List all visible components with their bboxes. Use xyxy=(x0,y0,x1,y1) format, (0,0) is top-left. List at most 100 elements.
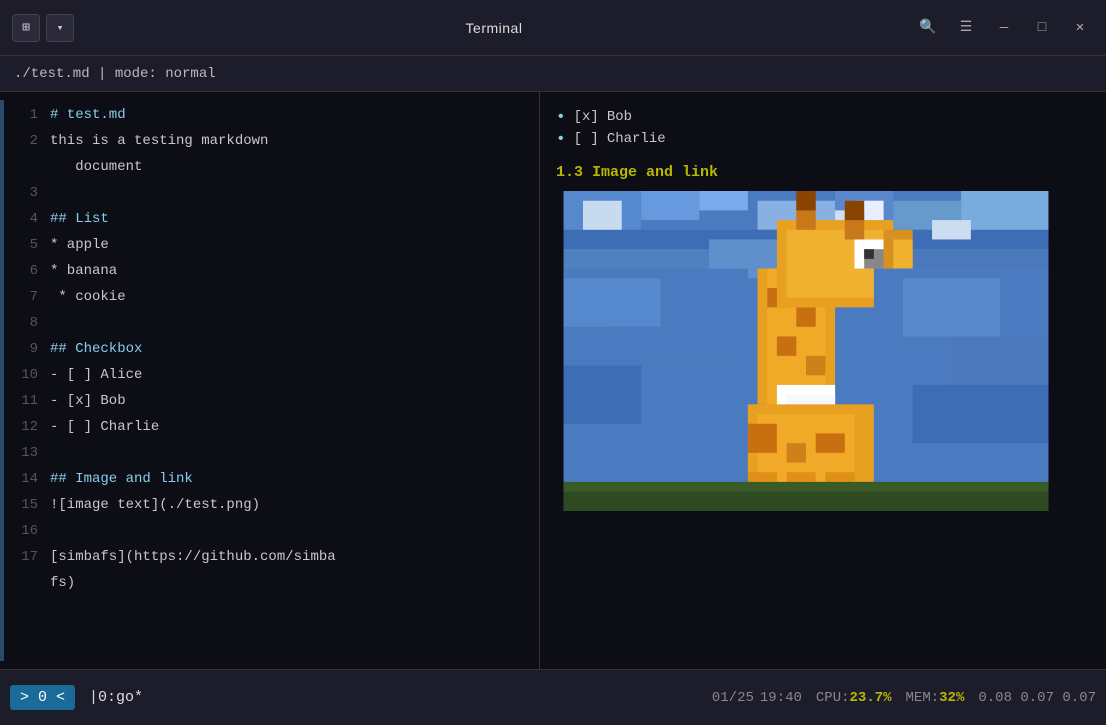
line-number: 13 xyxy=(4,443,50,461)
menu-button[interactable]: ☰ xyxy=(952,14,980,42)
line-number: 1 xyxy=(4,105,50,123)
editor-line-8: 8 xyxy=(4,312,539,338)
line-number: 16 xyxy=(4,521,50,539)
status-date: 01/25 xyxy=(712,690,754,706)
editor-line-7: 7 * cookie xyxy=(4,286,539,312)
line-content xyxy=(50,521,539,523)
line-content: # test.md xyxy=(50,105,539,123)
line-content: fs) xyxy=(50,573,539,591)
line-number: 5 xyxy=(4,235,50,253)
line-number xyxy=(4,157,50,159)
menu-icon: ☰ xyxy=(960,19,973,36)
line-number: 6 xyxy=(4,261,50,279)
checkbox-bob: [x] xyxy=(574,109,599,125)
main-content: 1 # test.md 2 this is a testing markdown… xyxy=(0,92,1106,669)
editor-lines: 1 # test.md 2 this is a testing markdown… xyxy=(4,100,539,661)
load1: 0.08 xyxy=(978,690,1012,706)
line-content: ## Checkbox xyxy=(50,339,539,357)
editor-line-14: 14 ## Image and link xyxy=(4,468,539,494)
titlebar: ⊞ ▾ Terminal 🔍 ☰ — □ ✕ xyxy=(0,0,1106,56)
pin-icon: ⊞ xyxy=(22,20,30,35)
window-title: Terminal xyxy=(466,20,523,36)
cpu-value: 23.7% xyxy=(850,690,892,706)
mem-value: 32% xyxy=(939,690,964,706)
load2: 0.07 xyxy=(1020,690,1054,706)
pin-button[interactable]: ⊞ xyxy=(12,14,40,42)
maximize-icon: □ xyxy=(1038,20,1046,36)
line-content xyxy=(50,313,539,315)
nav-indicator[interactable]: > 0 < xyxy=(10,685,75,710)
editor-line-13: 13 xyxy=(4,442,539,468)
close-icon: ✕ xyxy=(1076,19,1084,36)
line-number: 8 xyxy=(4,313,50,331)
editor-line-3: 3 xyxy=(4,182,539,208)
line-number: 3 xyxy=(4,183,50,201)
status-time: 19:40 xyxy=(760,690,802,706)
modebar: ./test.md | mode: normal xyxy=(0,56,1106,92)
preview-section-heading: 1.3 Image and link xyxy=(556,164,1090,181)
item-label-bob: Bob xyxy=(607,109,632,125)
mem-label: MEM: xyxy=(906,690,940,706)
line-number: 12 xyxy=(4,417,50,435)
load3: 0.07 xyxy=(1062,690,1096,706)
editor-line-5: 5 * apple xyxy=(4,234,539,260)
editor-line-17: 17 [simbafs](https://github.com/simba xyxy=(4,546,539,572)
line-content: * banana xyxy=(50,261,539,279)
minimize-button[interactable]: — xyxy=(990,14,1018,42)
cpu-label: CPU: xyxy=(816,690,850,706)
maximize-button[interactable]: □ xyxy=(1028,14,1056,42)
line-number: 4 xyxy=(4,209,50,227)
close-button[interactable]: ✕ xyxy=(1066,14,1094,42)
line-number xyxy=(4,573,50,575)
line-content: [simbafs](https://github.com/simba xyxy=(50,547,539,565)
line-content: - [ ] Alice xyxy=(50,365,539,383)
line-content: this is a testing markdown xyxy=(50,131,539,149)
line-number: 9 xyxy=(4,339,50,357)
line-number: 17 xyxy=(4,547,50,565)
preview-item-bob: • [x] Bob xyxy=(556,108,1090,126)
editor-line-15: 15 ![image text](./test.png) xyxy=(4,494,539,520)
dropdown-button[interactable]: ▾ xyxy=(46,14,74,42)
line-number: 2 xyxy=(4,131,50,149)
statusbar-right: 01/25 19:40 CPU:23.7% MEM:32% 0.08 0.07 … xyxy=(712,690,1096,706)
editor-line-2: 2 this is a testing markdown xyxy=(4,130,539,156)
search-button[interactable]: 🔍 xyxy=(914,14,942,42)
line-number: 10 xyxy=(4,365,50,383)
line-content xyxy=(50,183,539,185)
mode-text: ./test.md | mode: normal xyxy=(14,66,216,82)
line-content xyxy=(50,443,539,445)
line-number: 11 xyxy=(4,391,50,409)
checkbox-charlie: [ ] xyxy=(574,131,599,147)
line-number: 14 xyxy=(4,469,50,487)
item-label-charlie: Charlie xyxy=(607,131,666,147)
editor-line-4: 4 ## List xyxy=(4,208,539,234)
editor-line-12: 12 - [ ] Charlie xyxy=(4,416,539,442)
statusbar: > 0 < |0:go* 01/25 19:40 CPU:23.7% MEM:3… xyxy=(0,669,1106,725)
line-number: 15 xyxy=(4,495,50,513)
statusbar-left: > 0 < |0:go* xyxy=(10,685,157,710)
editor-line-1: 1 # test.md xyxy=(4,104,539,130)
bullet-icon: • xyxy=(556,130,566,148)
line-content: ## Image and link xyxy=(50,469,539,487)
editor-line-wrap2: fs) xyxy=(4,572,539,598)
bullet-icon: • xyxy=(556,108,566,126)
line-content: * apple xyxy=(50,235,539,253)
line-content: ## List xyxy=(50,209,539,227)
line-content: - [x] Bob xyxy=(50,391,539,409)
titlebar-left: ⊞ ▾ xyxy=(12,14,74,42)
preview-pane: • [x] Bob • [ ] Charlie 1.3 Image and li… xyxy=(540,92,1106,669)
editor-inner: 1 # test.md 2 this is a testing markdown… xyxy=(0,100,539,661)
editor-line-10: 10 - [ ] Alice xyxy=(4,364,539,390)
status-cpu-section: CPU:23.7% xyxy=(816,690,892,706)
line-content: * cookie xyxy=(50,287,539,305)
line-content: document xyxy=(50,157,539,175)
status-mem-section: MEM:32% xyxy=(906,690,965,706)
editor-pane: 1 # test.md 2 this is a testing markdown… xyxy=(0,92,540,669)
giraffe-image xyxy=(556,191,1056,511)
line-content: ![image text](./test.png) xyxy=(50,495,539,513)
editor-line-wrap: document xyxy=(4,156,539,182)
editor-line-11: 11 - [x] Bob xyxy=(4,390,539,416)
tab-indicator[interactable]: |0:go* xyxy=(75,685,157,710)
line-content: - [ ] Charlie xyxy=(50,417,539,435)
chevron-down-icon: ▾ xyxy=(57,21,64,35)
